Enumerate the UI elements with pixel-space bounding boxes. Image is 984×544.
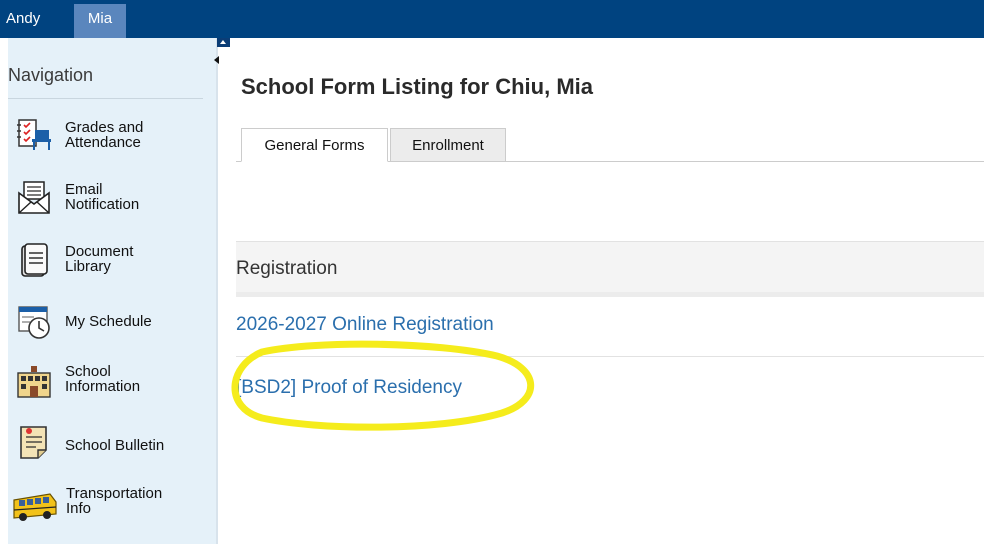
section-header-registration: Registration <box>236 241 984 292</box>
bulletin-icon <box>20 426 47 459</box>
school-building-icon <box>17 366 51 398</box>
gradebook-icon <box>17 119 51 150</box>
page-title: School Form Listing for Chiu, Mia <box>241 74 593 99</box>
sidebar-item-grades-and-attendance[interactable]: Grades and Attendance <box>8 110 208 164</box>
sidebar-item-label: Library <box>65 258 111 275</box>
collapse-sidebar-button[interactable] <box>214 56 219 64</box>
envelope-icon <box>18 181 50 214</box>
sidebar-item-document-library[interactable]: Document Library <box>8 234 208 288</box>
row-divider <box>236 356 984 357</box>
sidebar-edge <box>216 38 218 544</box>
student-tab-mia[interactable]: Mia <box>74 4 126 38</box>
tab-general-forms[interactable]: General Forms <box>241 128 388 162</box>
sidebar-item-email-notification[interactable]: Email Notification <box>8 172 208 226</box>
sidebar-item-school-information[interactable]: School Information <box>8 358 208 412</box>
sidebar-item-label: Email <box>65 181 103 198</box>
navigation-heading: Navigation <box>8 65 94 85</box>
tab-enrollment[interactable]: Enrollment <box>390 128 506 162</box>
sidebar-item-label: Info <box>66 500 92 517</box>
sidebar-item-transportation-info[interactable]: Transportation Info <box>8 482 208 536</box>
sidebar-item-label: School <box>65 363 111 380</box>
sidebar-item-label: Notification <box>65 196 140 213</box>
sidebar-item-school-bulletin[interactable]: School Bulletin <box>8 420 208 474</box>
school-bus-icon <box>13 493 57 521</box>
schedule-clock-icon <box>18 306 50 339</box>
section-divider <box>236 292 984 297</box>
sidebar-item-label: Transportation <box>66 485 163 502</box>
student-tab-andy[interactable]: Andy <box>0 4 68 38</box>
navigation-divider <box>8 98 203 99</box>
navigation-sidebar: Navigation Grades and Attendance Email N… <box>8 38 216 544</box>
sidebar-item-label: Attendance <box>65 134 141 151</box>
student-bar: Andy Mia <box>0 0 984 38</box>
sidebar-item-my-schedule[interactable]: My Schedule <box>8 296 208 350</box>
section-title: Registration <box>236 258 338 279</box>
sidebar-item-label: My Schedule <box>65 313 152 330</box>
sidebar-item-label: School Bulletin <box>65 437 165 454</box>
sidebar-item-label: Information <box>65 378 141 395</box>
sidebar-item-label: Grades and <box>65 119 144 136</box>
sidebar-item-label: Document <box>65 243 134 260</box>
form-link-online-registration[interactable]: 2026-2027 Online Registration <box>236 314 494 336</box>
form-link-proof-of-residency[interactable]: [BSD2] Proof of Residency <box>236 377 462 399</box>
document-icon <box>21 243 48 277</box>
collapse-header-button[interactable] <box>217 38 230 47</box>
